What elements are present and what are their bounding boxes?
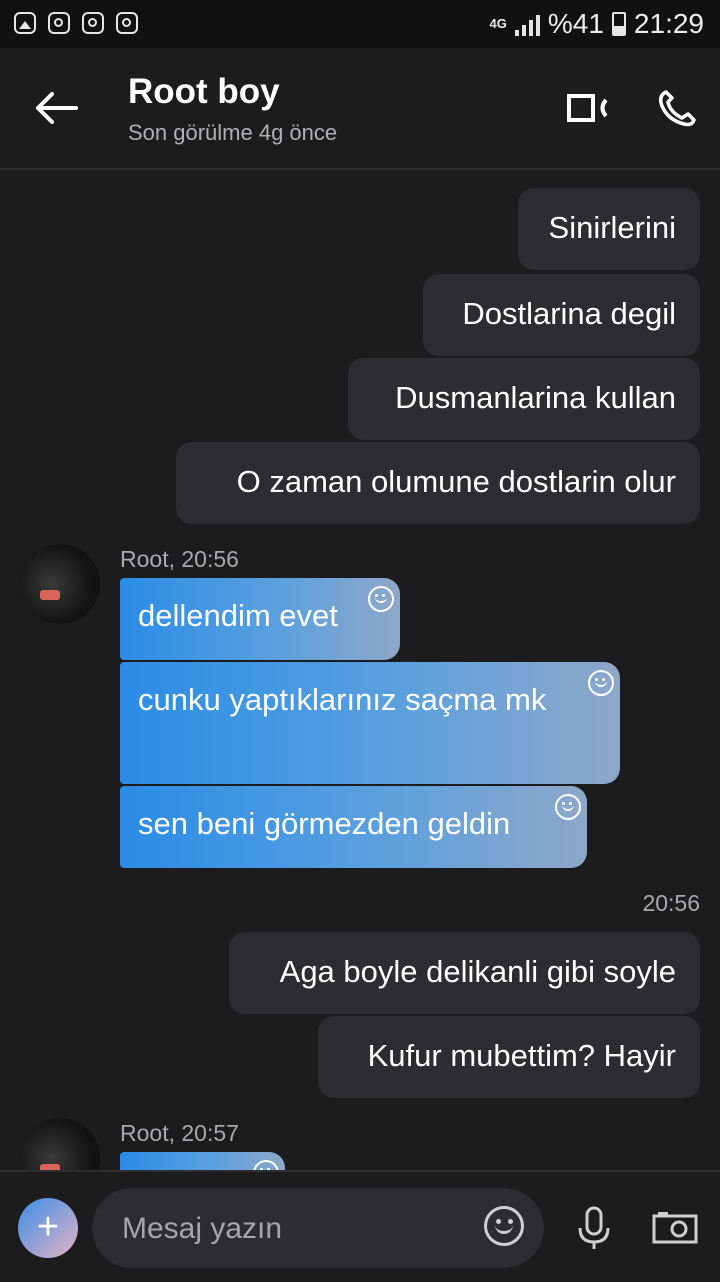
notification-icons [14, 12, 138, 34]
message-input[interactable]: Mesaj yazın [92, 1188, 544, 1268]
system-indicators: 4G %41 21:29 [490, 6, 704, 42]
message-text: dellendim evet [138, 598, 338, 633]
incoming-message[interactable]: cunku yaptıklarınız saçma mk [120, 662, 620, 784]
microphone-icon [578, 1206, 610, 1249]
outgoing-message[interactable]: O zaman olumune dostlarin olur [176, 442, 700, 524]
avatar[interactable] [20, 544, 100, 624]
outgoing-message[interactable]: Kufur mubettim? Hayir [318, 1016, 700, 1098]
instagram-icon [116, 12, 138, 34]
phone-icon [658, 90, 696, 127]
avatar[interactable] [20, 1118, 100, 1170]
emoji-icon[interactable] [484, 1206, 524, 1246]
incoming-message[interactable]: sen beni görmezden geldin [120, 786, 587, 868]
back-button[interactable] [30, 88, 80, 128]
outgoing-message[interactable]: Aga boyle delikanli gibi soyle [229, 932, 700, 1014]
reaction-smiley-icon[interactable] [555, 794, 581, 820]
reaction-smiley-icon[interactable] [368, 586, 394, 612]
signal-icon [514, 12, 540, 36]
camera-button[interactable] [652, 1210, 698, 1244]
reaction-smiley-icon[interactable] [588, 670, 614, 696]
incoming-message[interactable]: dellendim evet [120, 578, 400, 660]
outgoing-message[interactable]: Dostlarina degil [423, 274, 700, 356]
clock: 21:29 [633, 8, 704, 39]
message-list[interactable]: Sinirlerini Dostlarina degil Dusmanlarin… [0, 170, 720, 1170]
outgoing-message[interactable]: Dusmanlarina kullan [348, 358, 700, 440]
camera-icon [652, 1212, 698, 1244]
status-bar: 4G %41 21:29 [0, 0, 720, 48]
network-type: 4G [489, 16, 507, 31]
video-camera-icon [567, 94, 608, 122]
message-input-placeholder: Mesaj yazın [122, 1212, 283, 1245]
message-text: sen beni görmezden geldin [138, 806, 511, 841]
video-call-button[interactable] [566, 92, 610, 124]
contact-name[interactable]: Root boy [128, 72, 280, 112]
last-seen: Son görülme 4g önce [128, 120, 338, 145]
battery-icon [611, 12, 626, 36]
message-sender-time: Root, 20:57 [120, 1120, 239, 1146]
outgoing-message[interactable]: Sinirlerini [518, 188, 700, 270]
incoming-message[interactable] [120, 1152, 285, 1170]
chat-header: Root boy Son görülme 4g önce [0, 48, 720, 170]
message-text: cunku yaptıklarınız saçma mk [138, 682, 547, 717]
message-time: 20:56 [642, 890, 700, 916]
voice-call-button[interactable] [656, 88, 696, 128]
battery-percent: %41 [547, 8, 604, 39]
arrow-left-icon [36, 92, 78, 124]
gallery-icon [14, 12, 36, 34]
reaction-smiley-icon[interactable] [253, 1160, 279, 1170]
instagram-icon [48, 12, 70, 34]
microphone-button[interactable] [574, 1206, 614, 1250]
instagram-icon [82, 12, 104, 34]
add-attachment-button[interactable]: + [18, 1198, 78, 1258]
message-sender-time: Root, 20:56 [120, 546, 239, 572]
